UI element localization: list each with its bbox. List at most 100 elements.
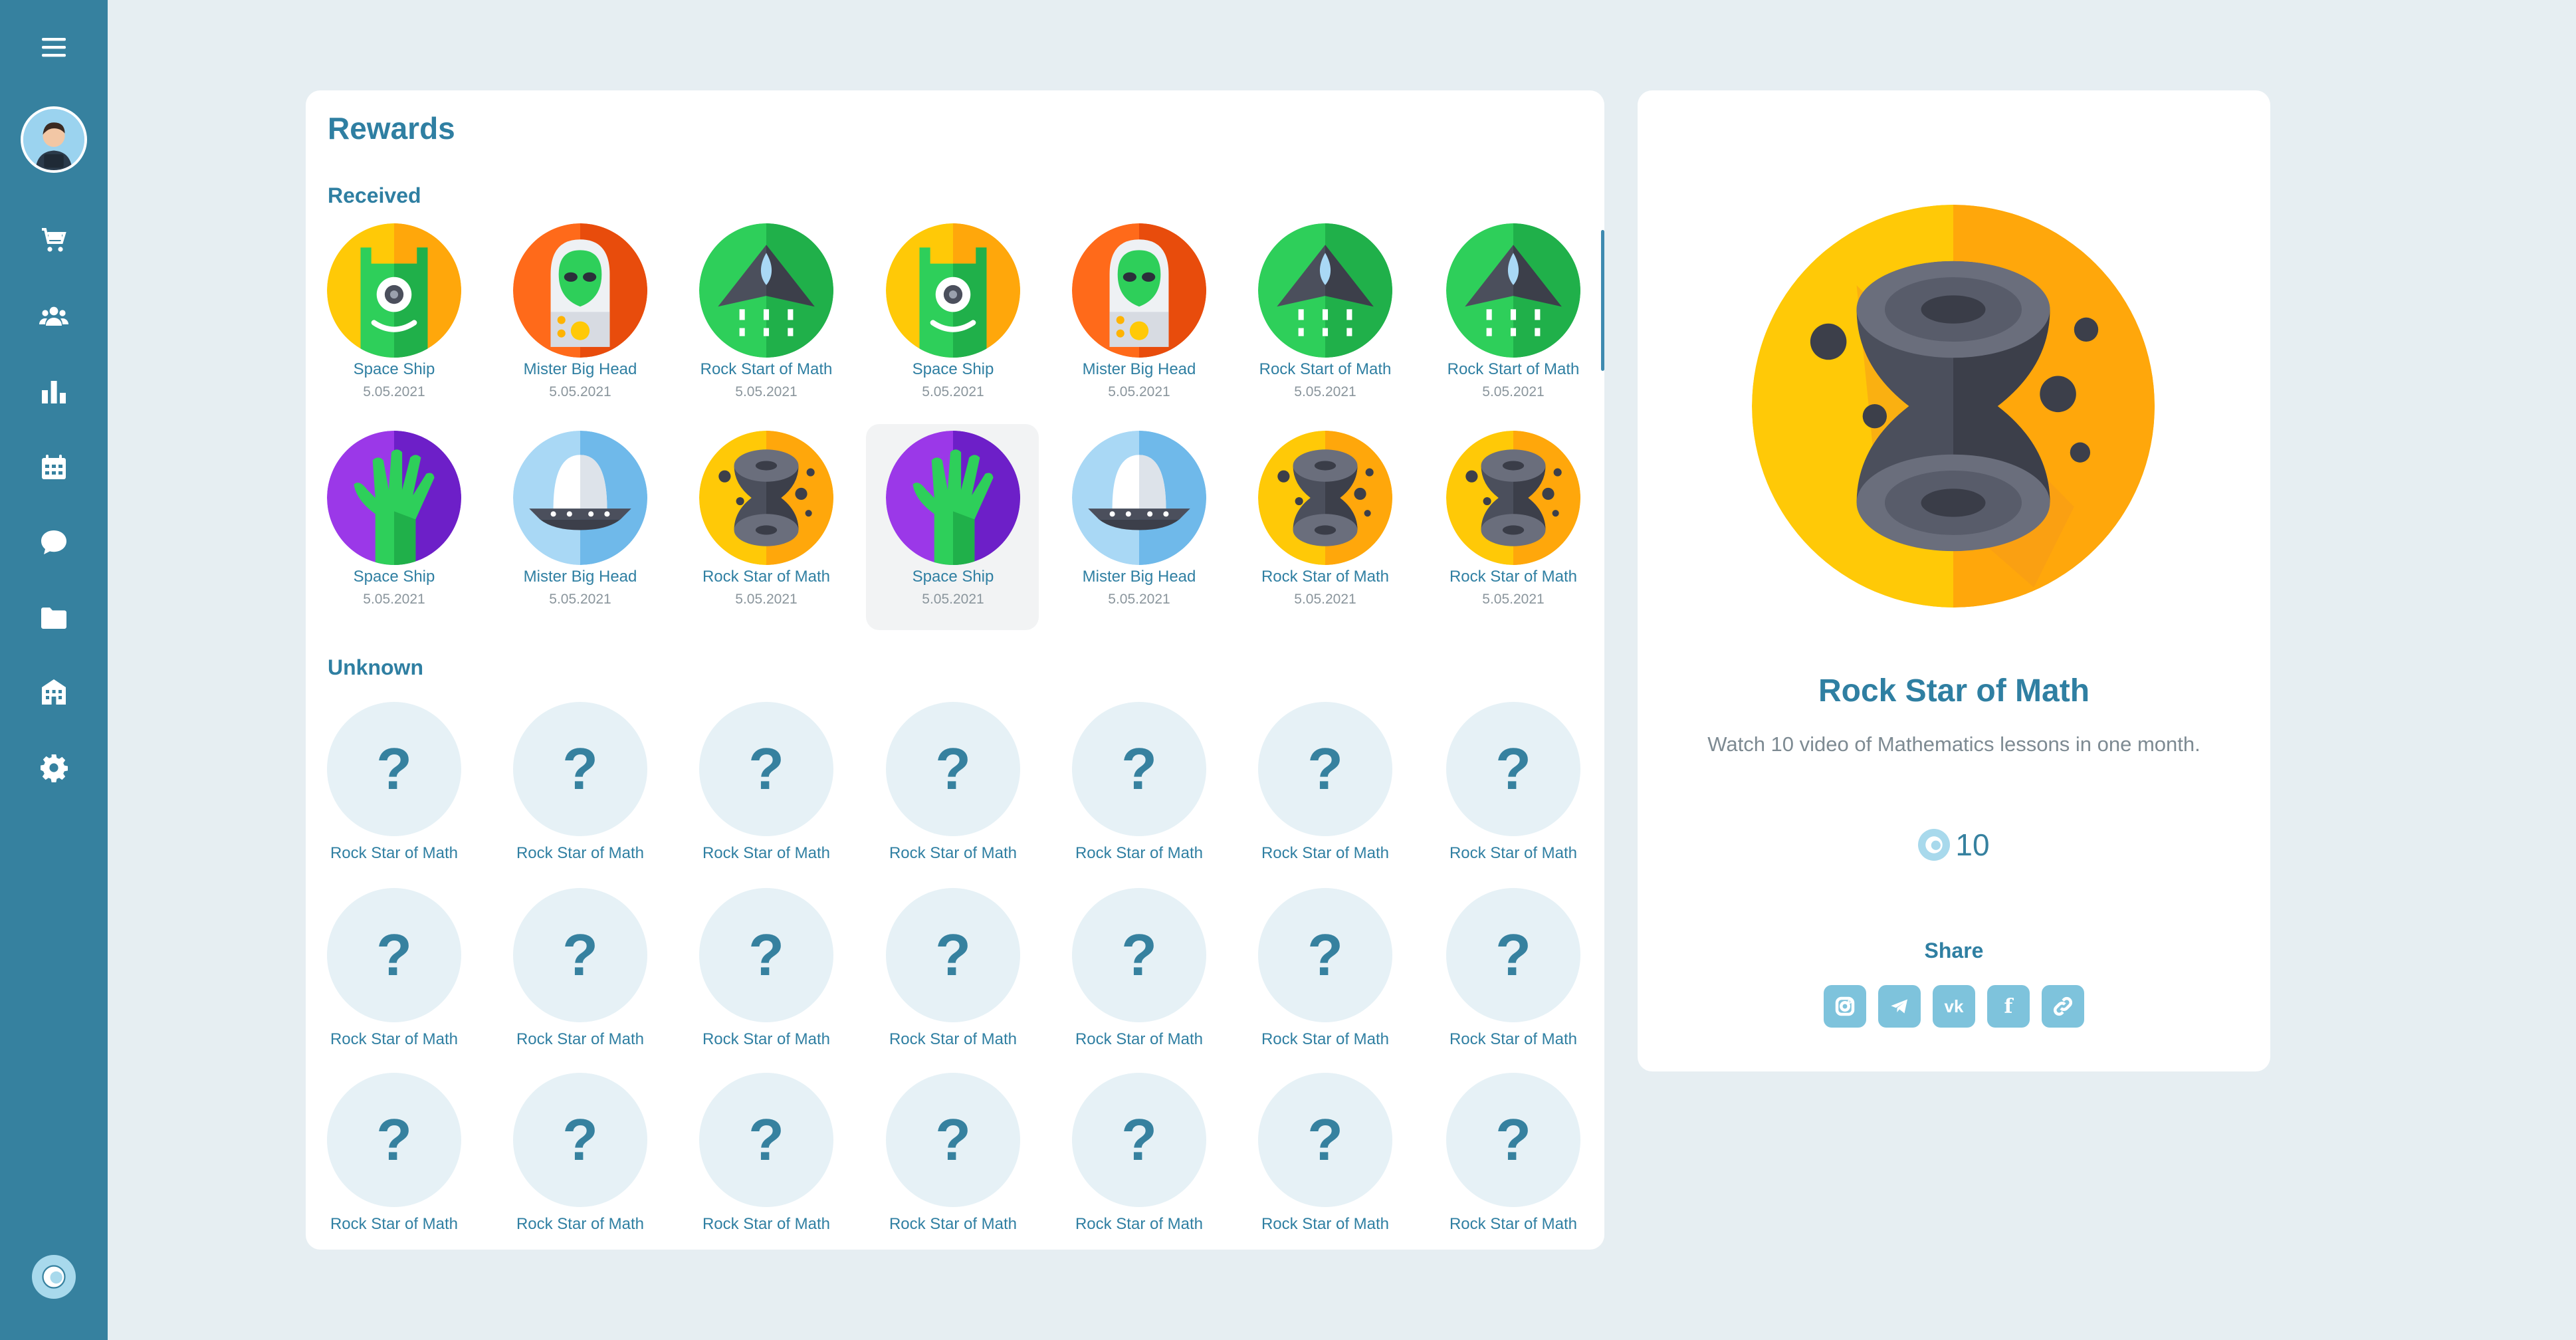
unknown-mark: ? bbox=[1121, 922, 1157, 988]
unknown-badge[interactable]: ? Rock Star of Math bbox=[866, 702, 1040, 875]
badge-date: 5.05.2021 bbox=[735, 384, 798, 399]
rewards-card: Rewards Received Space Ship 5.05.2021 Mist… bbox=[306, 90, 1604, 1250]
received-badge[interactable]: Space Ship 5.05.2021 bbox=[307, 217, 480, 423]
received-badge[interactable]: Rock Star of Math 5.05.2021 bbox=[679, 424, 852, 630]
chart-icon[interactable] bbox=[31, 368, 77, 415]
received-badge[interactable]: Rock Star of Math 5.05.2021 bbox=[1426, 424, 1599, 630]
unknown-badge[interactable]: ? Rock Star of Math bbox=[1426, 1073, 1600, 1246]
unknown-badge[interactable]: ? Rock Star of Math bbox=[1426, 888, 1600, 1061]
received-badge[interactable]: Rock Start of Math 5.05.2021 bbox=[679, 217, 852, 423]
question-mark-icon: ? bbox=[327, 888, 461, 1022]
badge-date: 5.05.2021 bbox=[1294, 384, 1356, 399]
reward-title: Rock Star of Math bbox=[1818, 673, 2090, 709]
unknown-badge[interactable]: ? Rock Star of Math bbox=[1052, 888, 1226, 1061]
received-badge[interactable]: Space Ship 5.05.2021 bbox=[866, 217, 1039, 423]
menu-icon[interactable] bbox=[31, 24, 77, 70]
unknown-mark: ? bbox=[935, 922, 971, 988]
question-mark-icon: ? bbox=[886, 888, 1020, 1022]
badge-date: 5.05.2021 bbox=[363, 384, 425, 399]
badge-date: 5.05.2021 bbox=[1108, 592, 1170, 607]
hand-icon bbox=[886, 431, 1020, 565]
question-mark-icon: ? bbox=[699, 888, 833, 1022]
unknown-badge[interactable]: ? Rock Star of Math bbox=[1052, 1073, 1226, 1246]
unknown-mark: ? bbox=[1495, 736, 1531, 802]
badge-name: Rock Star of Math bbox=[889, 844, 1018, 862]
unknown-badge[interactable]: ? Rock Star of Math bbox=[1238, 702, 1412, 875]
received-badge[interactable]: Mister Big Head 5.05.2021 bbox=[1052, 217, 1225, 423]
calendar-icon[interactable] bbox=[31, 444, 77, 491]
badge-name: Rock Star of Math bbox=[516, 1215, 645, 1233]
unknown-badge[interactable]: ? Rock Star of Math bbox=[1052, 702, 1226, 875]
users-icon[interactable] bbox=[31, 293, 77, 340]
unknown-badge[interactable]: ? Rock Star of Math bbox=[679, 702, 853, 875]
unknown-mark: ? bbox=[748, 922, 784, 988]
coin-icon bbox=[1918, 829, 1951, 861]
alien-icon bbox=[513, 223, 647, 358]
badge-name: Rock Star of Math bbox=[702, 844, 831, 862]
unknown-mark: ? bbox=[1121, 736, 1157, 802]
unknown-mark: ? bbox=[376, 736, 412, 802]
badge-date: 5.05.2021 bbox=[549, 592, 611, 607]
unknown-badge[interactable]: ? Rock Star of Math bbox=[1426, 702, 1600, 875]
unknown-badge[interactable]: ? Rock Star of Math bbox=[866, 888, 1040, 1061]
question-mark-icon: ? bbox=[1258, 888, 1392, 1022]
question-mark-icon: ? bbox=[327, 1073, 461, 1207]
alien-icon bbox=[1072, 223, 1206, 358]
folder-icon[interactable] bbox=[31, 594, 77, 641]
green-monster-icon bbox=[327, 223, 461, 358]
received-badge[interactable]: Mister Big Head 5.05.2021 bbox=[1052, 424, 1225, 630]
link-icon[interactable] bbox=[2042, 985, 2084, 1028]
ufo-icon bbox=[513, 431, 647, 565]
unknown-badge[interactable]: ? Rock Star of Math bbox=[307, 1073, 481, 1246]
unknown-badge[interactable]: ? Rock Star of Math bbox=[866, 1073, 1040, 1246]
question-mark-icon: ? bbox=[1072, 1073, 1206, 1207]
unknown-badge[interactable]: ? Rock Star of Math bbox=[307, 888, 481, 1061]
received-badge[interactable]: Rock Start of Math 5.05.2021 bbox=[1238, 217, 1411, 423]
scrollbar[interactable] bbox=[1601, 230, 1604, 371]
question-mark-icon: ? bbox=[513, 702, 647, 836]
logo-icon[interactable] bbox=[32, 1255, 76, 1299]
received-badge[interactable]: Rock Start of Math 5.05.2021 bbox=[1426, 217, 1599, 423]
badge-name: Rock Star of Math bbox=[516, 844, 645, 862]
badge-name: Rock Star of Math bbox=[702, 1215, 831, 1233]
vk-icon[interactable]: vk bbox=[1933, 985, 1975, 1028]
badge-date: 5.05.2021 bbox=[922, 592, 984, 607]
badge-name: Rock Star of Math bbox=[1261, 844, 1390, 862]
unknown-mark: ? bbox=[562, 922, 598, 988]
unknown-badge[interactable]: ? Rock Star of Math bbox=[679, 1073, 853, 1246]
share-buttons: vk f bbox=[1824, 985, 2084, 1028]
badge-name: Rock Star of Math bbox=[1261, 1030, 1390, 1048]
unknown-badge[interactable]: ? Rock Star of Math bbox=[1238, 1073, 1412, 1246]
unknown-badge[interactable]: ? Rock Star of Math bbox=[307, 702, 481, 875]
telegram-icon[interactable] bbox=[1878, 985, 1921, 1028]
received-badge[interactable]: Mister Big Head 5.05.2021 bbox=[493, 217, 666, 423]
unknown-badge[interactable]: ? Rock Star of Math bbox=[493, 702, 667, 875]
badge-name: Rock Star of Math bbox=[1449, 568, 1578, 586]
received-badge[interactable]: Space Ship 5.05.2021 bbox=[866, 424, 1039, 630]
unknown-badge[interactable]: ? Rock Star of Math bbox=[679, 888, 853, 1061]
badge-date: 5.05.2021 bbox=[1294, 592, 1356, 607]
unknown-mark: ? bbox=[748, 1107, 784, 1172]
badge-name: Rock Start of Math bbox=[1447, 360, 1580, 378]
badge-date: 5.05.2021 bbox=[1108, 384, 1170, 399]
received-badge[interactable]: Space Ship 5.05.2021 bbox=[307, 424, 480, 630]
badge-name: Space Ship bbox=[912, 360, 994, 378]
received-badge[interactable]: Rock Star of Math 5.05.2021 bbox=[1238, 424, 1411, 630]
unknown-badge[interactable]: ? Rock Star of Math bbox=[493, 888, 667, 1061]
badge-name: Rock Star of Math bbox=[1261, 1215, 1390, 1233]
received-badge[interactable]: Mister Big Head 5.05.2021 bbox=[493, 424, 666, 630]
hourglass-icon bbox=[1446, 431, 1580, 565]
instagram-icon[interactable] bbox=[1824, 985, 1866, 1028]
unknown-mark: ? bbox=[376, 1107, 412, 1172]
chat-icon[interactable] bbox=[31, 519, 77, 566]
avatar[interactable] bbox=[21, 106, 87, 173]
question-mark-icon: ? bbox=[1446, 888, 1580, 1022]
badge-name: Mister Big Head bbox=[1082, 360, 1196, 378]
unknown-mark: ? bbox=[935, 736, 971, 802]
cart-icon[interactable] bbox=[31, 217, 77, 263]
building-icon[interactable] bbox=[31, 669, 77, 716]
gear-icon[interactable] bbox=[31, 744, 77, 791]
facebook-icon[interactable]: f bbox=[1987, 985, 2030, 1028]
unknown-badge[interactable]: ? Rock Star of Math bbox=[1238, 888, 1412, 1061]
unknown-badge[interactable]: ? Rock Star of Math bbox=[493, 1073, 667, 1246]
